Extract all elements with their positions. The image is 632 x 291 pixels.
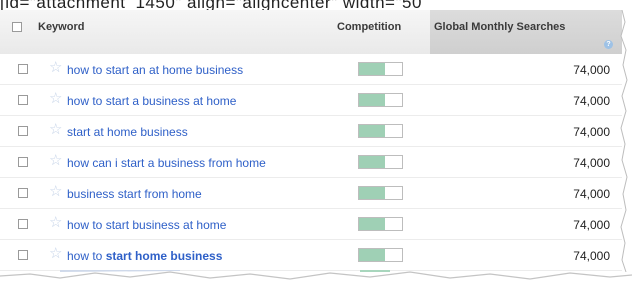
competition-bar-fill	[359, 249, 385, 261]
table-row: ☆ how can i start a business from home 74,…	[0, 147, 622, 178]
row-checkbox[interactable]	[18, 219, 28, 229]
star-icon[interactable]: ☆	[49, 153, 62, 169]
global-monthly-searches-value: 74,000	[573, 63, 610, 77]
global-monthly-searches-value: 74,000	[573, 218, 610, 232]
searches-column-header[interactable]: Global Monthly Searches	[434, 21, 565, 33]
table-row: ☆ how to start business at home 74,000	[0, 209, 622, 240]
keyword-table: Keyword Competition Global Monthly Searc…	[0, 10, 622, 272]
star-icon[interactable]: ☆	[49, 122, 62, 138]
competition-bar-fill	[359, 187, 385, 199]
keyword-link[interactable]: how to start home business	[67, 249, 222, 263]
competition-bar	[358, 248, 403, 262]
star-icon[interactable]: ☆	[49, 60, 62, 76]
competition-bar-fill	[359, 218, 385, 230]
torn-bottom-edge	[0, 270, 632, 291]
competition-bar	[358, 217, 403, 231]
table-header: Keyword Competition Global Monthly Searc…	[0, 10, 622, 55]
competition-bar	[358, 186, 403, 200]
keyword-link-bold: start home business	[105, 249, 223, 263]
competition-column-header[interactable]: Competition	[337, 21, 401, 33]
row-checkbox[interactable]	[18, 188, 28, 198]
table-row: ☆ how to start home business 74,000	[0, 240, 622, 271]
keyword-link[interactable]: how can i start a business from home	[67, 156, 266, 170]
caption-text: [id="attachment_1450" align="aligncenter…	[0, 0, 422, 10]
star-icon[interactable]: ☆	[49, 246, 62, 262]
global-monthly-searches-value: 74,000	[573, 94, 610, 108]
keyword-link-plain: how to	[67, 249, 106, 263]
star-icon[interactable]: ☆	[49, 91, 62, 107]
competition-bar	[358, 62, 403, 76]
keyword-link[interactable]: how to start a business at home	[67, 94, 236, 108]
star-icon[interactable]: ☆	[49, 215, 62, 231]
row-checkbox[interactable]	[18, 157, 28, 167]
keyword-column-header[interactable]: Keyword	[38, 21, 84, 33]
global-monthly-searches-value: 74,000	[573, 249, 610, 263]
keyword-link[interactable]: how to start an at home business	[67, 63, 243, 77]
row-checkbox[interactable]	[18, 126, 28, 136]
competition-bar-fill	[359, 63, 385, 75]
competition-bar-fill	[359, 156, 385, 168]
star-icon[interactable]: ☆	[49, 184, 62, 200]
competition-bar	[358, 93, 403, 107]
keyword-link[interactable]: how to start business at home	[67, 218, 226, 232]
row-checkbox[interactable]	[18, 250, 28, 260]
table-row: ☆ how to start a business at home 74,000	[0, 85, 622, 116]
table-row: ☆ business start from home 74,000	[0, 178, 622, 209]
keyword-link[interactable]: start at home business	[67, 125, 188, 139]
competition-bar	[358, 124, 403, 138]
help-icon[interactable]: ?	[604, 40, 613, 49]
competition-bar	[358, 155, 403, 169]
row-checkbox[interactable]	[18, 64, 28, 74]
competition-bar-fill	[359, 94, 385, 106]
table-row: ☆ start at home business 74,000	[0, 116, 622, 147]
competition-bar-fill	[359, 125, 385, 137]
global-monthly-searches-value: 74,000	[573, 156, 610, 170]
table-row: ☆ how to start an at home business 74,000	[0, 54, 622, 85]
select-all-checkbox[interactable]	[12, 22, 22, 32]
global-monthly-searches-value: 74,000	[573, 187, 610, 201]
global-monthly-searches-value: 74,000	[573, 125, 610, 139]
keyword-link[interactable]: business start from home	[67, 187, 202, 201]
torn-right-edge	[620, 10, 632, 272]
row-checkbox[interactable]	[18, 95, 28, 105]
